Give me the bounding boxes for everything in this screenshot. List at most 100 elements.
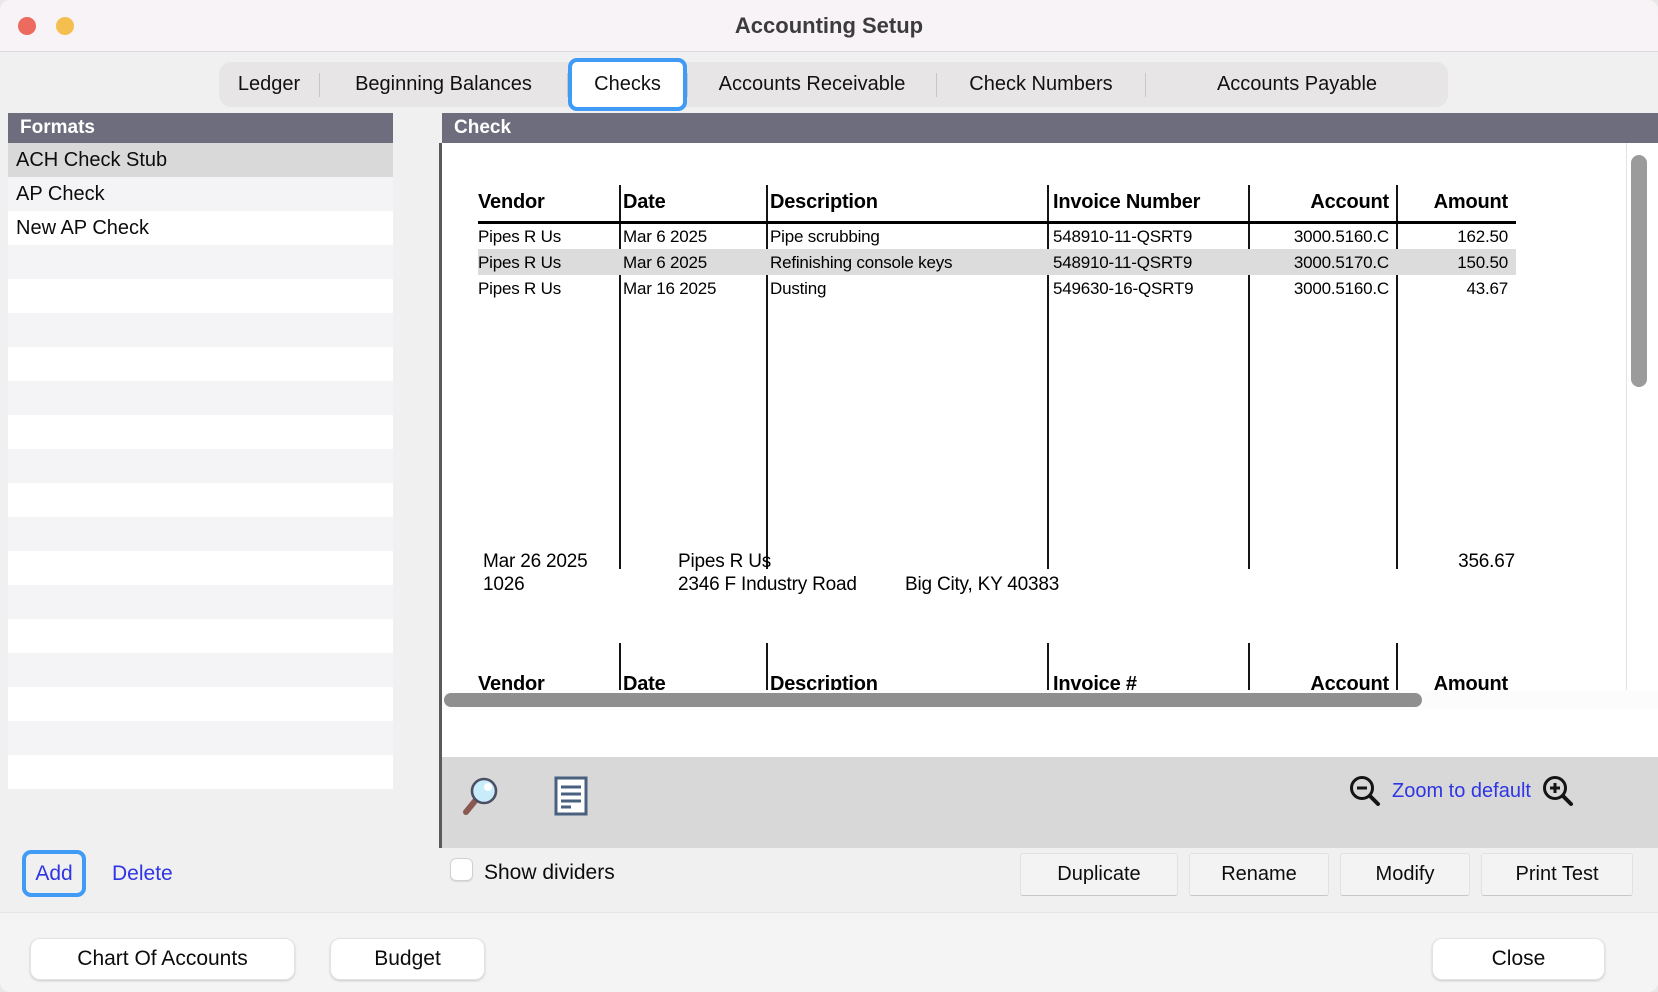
tab-ledger[interactable]: Ledger xyxy=(219,62,319,107)
modify-button[interactable]: Modify xyxy=(1340,853,1470,896)
format-row-empty xyxy=(8,585,393,619)
check-column-header: Account xyxy=(1254,191,1389,214)
check-table-cell: Pipes R Us xyxy=(478,227,618,247)
format-row-empty xyxy=(8,653,393,687)
zoom-to-default-link[interactable]: Zoom to default xyxy=(1392,780,1531,803)
format-row-empty xyxy=(8,313,393,347)
close-button[interactable]: Close xyxy=(1432,938,1605,980)
check-table-cell: 3000.5170.C xyxy=(1254,253,1389,273)
column-divider xyxy=(619,643,621,690)
column-divider xyxy=(619,185,621,569)
column-divider xyxy=(766,185,768,569)
vertical-scrollbar[interactable] xyxy=(1626,143,1658,690)
zoom-in-icon[interactable] xyxy=(1541,774,1575,808)
format-row-empty xyxy=(8,721,393,755)
horizontal-scrollbar-thumb[interactable] xyxy=(444,693,1422,707)
check-panel-header: Check xyxy=(442,113,1658,143)
footer-bar: Chart Of Accounts Budget Close xyxy=(0,912,1658,992)
check-table-cell: Pipes R Us xyxy=(478,253,618,273)
check-column-header: Amount xyxy=(1402,191,1508,214)
format-row-empty xyxy=(8,245,393,279)
chart-of-accounts-button[interactable]: Chart Of Accounts xyxy=(30,938,295,980)
formats-list: ACH Check StubAP CheckNew AP Check xyxy=(8,143,393,789)
column-divider xyxy=(1047,643,1049,690)
format-row-empty xyxy=(8,755,393,789)
check-column-header: Invoice Number xyxy=(1053,191,1243,214)
vertical-scrollbar-thumb[interactable] xyxy=(1631,155,1647,387)
format-row[interactable]: ACH Check Stub xyxy=(8,143,393,177)
formats-panel: Formats ACH Check StubAP CheckNew AP Che… xyxy=(8,113,393,789)
check-table-cell: 43.67 xyxy=(1402,279,1508,299)
tab-accounts-receivable[interactable]: Accounts Receivable xyxy=(688,62,936,107)
formats-panel-header: Formats xyxy=(8,113,393,143)
check-table-cell: Mar 6 2025 xyxy=(623,253,765,273)
check-column-header: Description xyxy=(770,191,1040,214)
header-underline xyxy=(478,221,1516,224)
format-row-empty xyxy=(8,415,393,449)
check-table-cell: Refinishing console keys xyxy=(770,253,1040,273)
tab-checks[interactable]: Checks xyxy=(568,58,687,111)
check-column-header: Vendor xyxy=(478,191,618,214)
check-table-cell: 3000.5160.C xyxy=(1254,279,1389,299)
titlebar: Accounting Setup xyxy=(0,0,1658,52)
horizontal-scrollbar[interactable] xyxy=(442,690,1658,710)
zoom-controls: Zoom to default xyxy=(1348,774,1575,808)
print-test-button[interactable]: Print Test xyxy=(1481,853,1633,896)
close-window-icon[interactable] xyxy=(18,17,36,35)
add-button-focus-ring: Add xyxy=(22,850,86,897)
column-divider xyxy=(1396,643,1398,690)
format-row-empty xyxy=(8,517,393,551)
next-check-column-header: Description xyxy=(770,673,1040,690)
format-row-empty xyxy=(8,687,393,721)
show-dividers-label: Show dividers xyxy=(484,861,615,885)
tab-check-numbers[interactable]: Check Numbers xyxy=(937,62,1145,107)
check-table-cell: Dusting xyxy=(770,279,1040,299)
format-row-empty xyxy=(8,381,393,415)
add-button[interactable]: Add xyxy=(35,862,72,886)
stub-city: Big City, KY 40383 xyxy=(905,574,1059,596)
stub-check-number: 1026 xyxy=(483,574,524,596)
magnifier-icon[interactable] xyxy=(462,776,502,816)
check-table-cell: Pipe scrubbing xyxy=(770,227,1040,247)
next-check-column-header: Account xyxy=(1254,673,1389,690)
check-column-header: Date xyxy=(623,191,765,214)
check-table-cell: Pipes R Us xyxy=(478,279,618,299)
format-row-empty xyxy=(8,551,393,585)
check-table-cell: 548910-11-QSRT9 xyxy=(1053,253,1243,273)
next-check-column-header: Invoice # xyxy=(1053,673,1243,690)
format-row-empty xyxy=(8,449,393,483)
format-row[interactable]: New AP Check xyxy=(8,211,393,245)
zoom-out-icon[interactable] xyxy=(1348,774,1382,808)
delete-button[interactable]: Delete xyxy=(112,862,173,886)
window-title: Accounting Setup xyxy=(0,0,1658,52)
tab-bar: LedgerBeginning BalancesChecksAccounts R… xyxy=(219,62,1448,107)
format-row[interactable]: AP Check xyxy=(8,177,393,211)
format-row-empty xyxy=(8,347,393,381)
format-row-empty xyxy=(8,619,393,653)
column-divider xyxy=(1248,643,1250,690)
format-row-empty xyxy=(8,483,393,517)
show-dividers-checkbox[interactable] xyxy=(450,858,473,881)
stub-total: 356.67 xyxy=(1395,551,1515,573)
budget-button[interactable]: Budget xyxy=(330,938,485,980)
check-preview-document: VendorDateDescriptionInvoice NumberAccou… xyxy=(442,143,1626,690)
check-table-cell: 150.50 xyxy=(1402,253,1508,273)
check-table-cell: 548910-11-QSRT9 xyxy=(1053,227,1243,247)
stub-date: Mar 26 2025 xyxy=(483,551,587,573)
format-action-buttons: Duplicate Rename Modify Print Test xyxy=(1020,853,1633,896)
document-icon[interactable] xyxy=(554,776,588,816)
check-table-cell: 162.50 xyxy=(1402,227,1508,247)
duplicate-button[interactable]: Duplicate xyxy=(1020,853,1178,896)
tab-beginning-balances[interactable]: Beginning Balances xyxy=(320,62,567,107)
format-row-empty xyxy=(8,279,393,313)
tab-accounts-payable[interactable]: Accounts Payable xyxy=(1146,62,1448,107)
next-check-column-header: Amount xyxy=(1402,673,1508,690)
column-divider xyxy=(1047,185,1049,569)
column-divider xyxy=(1248,185,1250,569)
stub-address: 2346 F Industry Road xyxy=(678,574,857,596)
next-check-column-header: Date xyxy=(623,673,765,690)
minimize-window-icon[interactable] xyxy=(56,17,74,35)
check-preview-pane: VendorDateDescriptionInvoice NumberAccou… xyxy=(442,143,1658,757)
column-divider xyxy=(766,643,768,690)
rename-button[interactable]: Rename xyxy=(1189,853,1329,896)
